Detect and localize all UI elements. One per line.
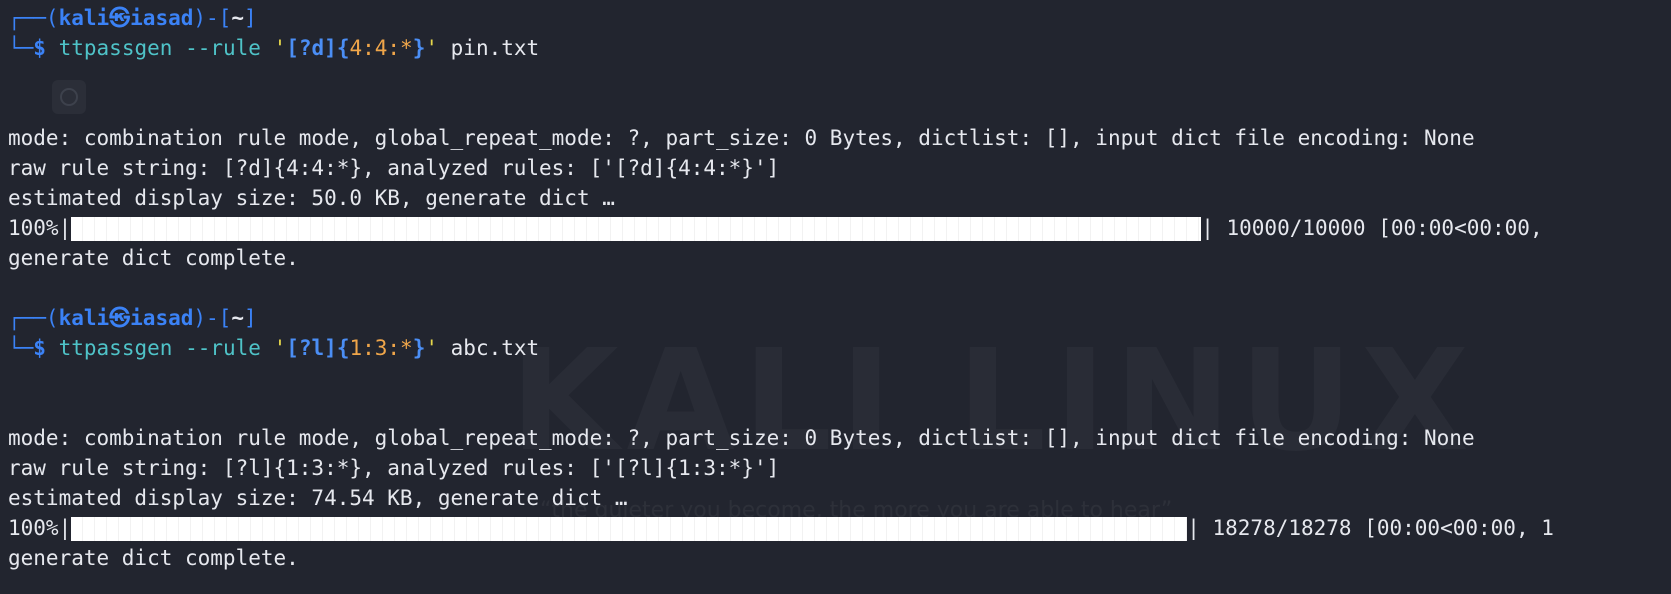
rule-range: 1:3:* (349, 336, 413, 360)
estimate-line: estimated display size: 50.0 KB, generat… (8, 186, 615, 210)
command-name: ttpassgen (58, 336, 173, 360)
command-name: ttpassgen (58, 36, 173, 60)
prompt-bracket: )-[ (193, 6, 232, 30)
command-option: --rule (185, 336, 261, 360)
mode-line: mode: combination rule mode, global_repe… (8, 426, 1475, 450)
mode-line: mode: combination rule mode, global_repe… (8, 126, 1475, 150)
prompt-dir: ~ (231, 306, 244, 330)
progress-count: | 18278/18278 [00:00<00:00, 1 (1187, 516, 1554, 540)
progress-line: 100%| | 10000/10000 [00:00<00:00, (8, 213, 1671, 243)
prompt-corner: ┌──( (8, 6, 59, 30)
rule-range: 4:4:* (349, 36, 413, 60)
prompt-corner: ┌──( (8, 306, 59, 330)
quote-open: ' (273, 336, 287, 360)
progress-bar (71, 516, 1188, 541)
prompt-bracket-end: ] (243, 6, 257, 30)
quote-open: ' (273, 36, 287, 60)
kali-skull-icon: ㉿ (109, 306, 131, 330)
quote-close: ' (425, 336, 438, 360)
prompt-bracket-end: ] (243, 306, 257, 330)
command-line: └─$ ttpassgen --rule '[?l]{1:3:*}' abc.t… (8, 333, 1671, 363)
progress-line: 100%| | 18278/18278 [00:00<00:00, 1 (8, 513, 1671, 543)
rule-brace-open: { (336, 336, 350, 360)
complete-line: generate dict complete. (8, 546, 299, 570)
rule-brace-open: { (336, 36, 350, 60)
rule-brace-close: } (412, 36, 426, 60)
prompt-host: iasad (130, 306, 194, 330)
prompt-line-top: ┌──(kali㉿iasad)-[~] (8, 303, 1671, 333)
prompt-bracket: )-[ (193, 306, 232, 330)
progress-count: | 10000/10000 [00:00<00:00, (1201, 216, 1543, 240)
prompt-dir: ~ (231, 6, 244, 30)
prompt-corner-bottom: └─ (8, 36, 34, 60)
prompt-line-top: ┌──(kali㉿iasad)-[~] (8, 3, 1671, 33)
rule-charset: [?l] (286, 336, 337, 360)
output-file-arg: pin.txt (450, 36, 540, 60)
prompt-corner-bottom: └─ (8, 336, 34, 360)
command-option: --rule (185, 36, 261, 60)
output-file-arg: abc.txt (450, 336, 540, 360)
progress-percent: 100%| (8, 216, 72, 240)
prompt-host: iasad (130, 6, 194, 30)
prompt-user: kali (58, 306, 110, 330)
complete-line: generate dict complete. (8, 246, 299, 270)
kali-skull-icon: ㉿ (109, 6, 131, 30)
prompt-dollar: $ (33, 36, 46, 60)
terminal-output[interactable]: ┌──(kali㉿iasad)-[~] └─$ ttpassgen --rule… (8, 3, 1671, 573)
rule-charset: [?d] (286, 36, 337, 60)
prompt-user: kali (58, 6, 110, 30)
progress-bar (71, 216, 1202, 241)
command-line: └─$ ttpassgen --rule '[?d]{4:4:*}' pin.t… (8, 33, 1671, 63)
prompt-dollar: $ (33, 336, 46, 360)
raw-rule-line: raw rule string: [?d]{4:4:*}, analyzed r… (8, 156, 780, 180)
quote-close: ' (425, 36, 438, 60)
estimate-line: estimated display size: 74.54 KB, genera… (8, 486, 628, 510)
rule-brace-close: } (412, 336, 426, 360)
raw-rule-line: raw rule string: [?l]{1:3:*}, analyzed r… (8, 456, 780, 480)
progress-percent: 100%| (8, 516, 72, 540)
